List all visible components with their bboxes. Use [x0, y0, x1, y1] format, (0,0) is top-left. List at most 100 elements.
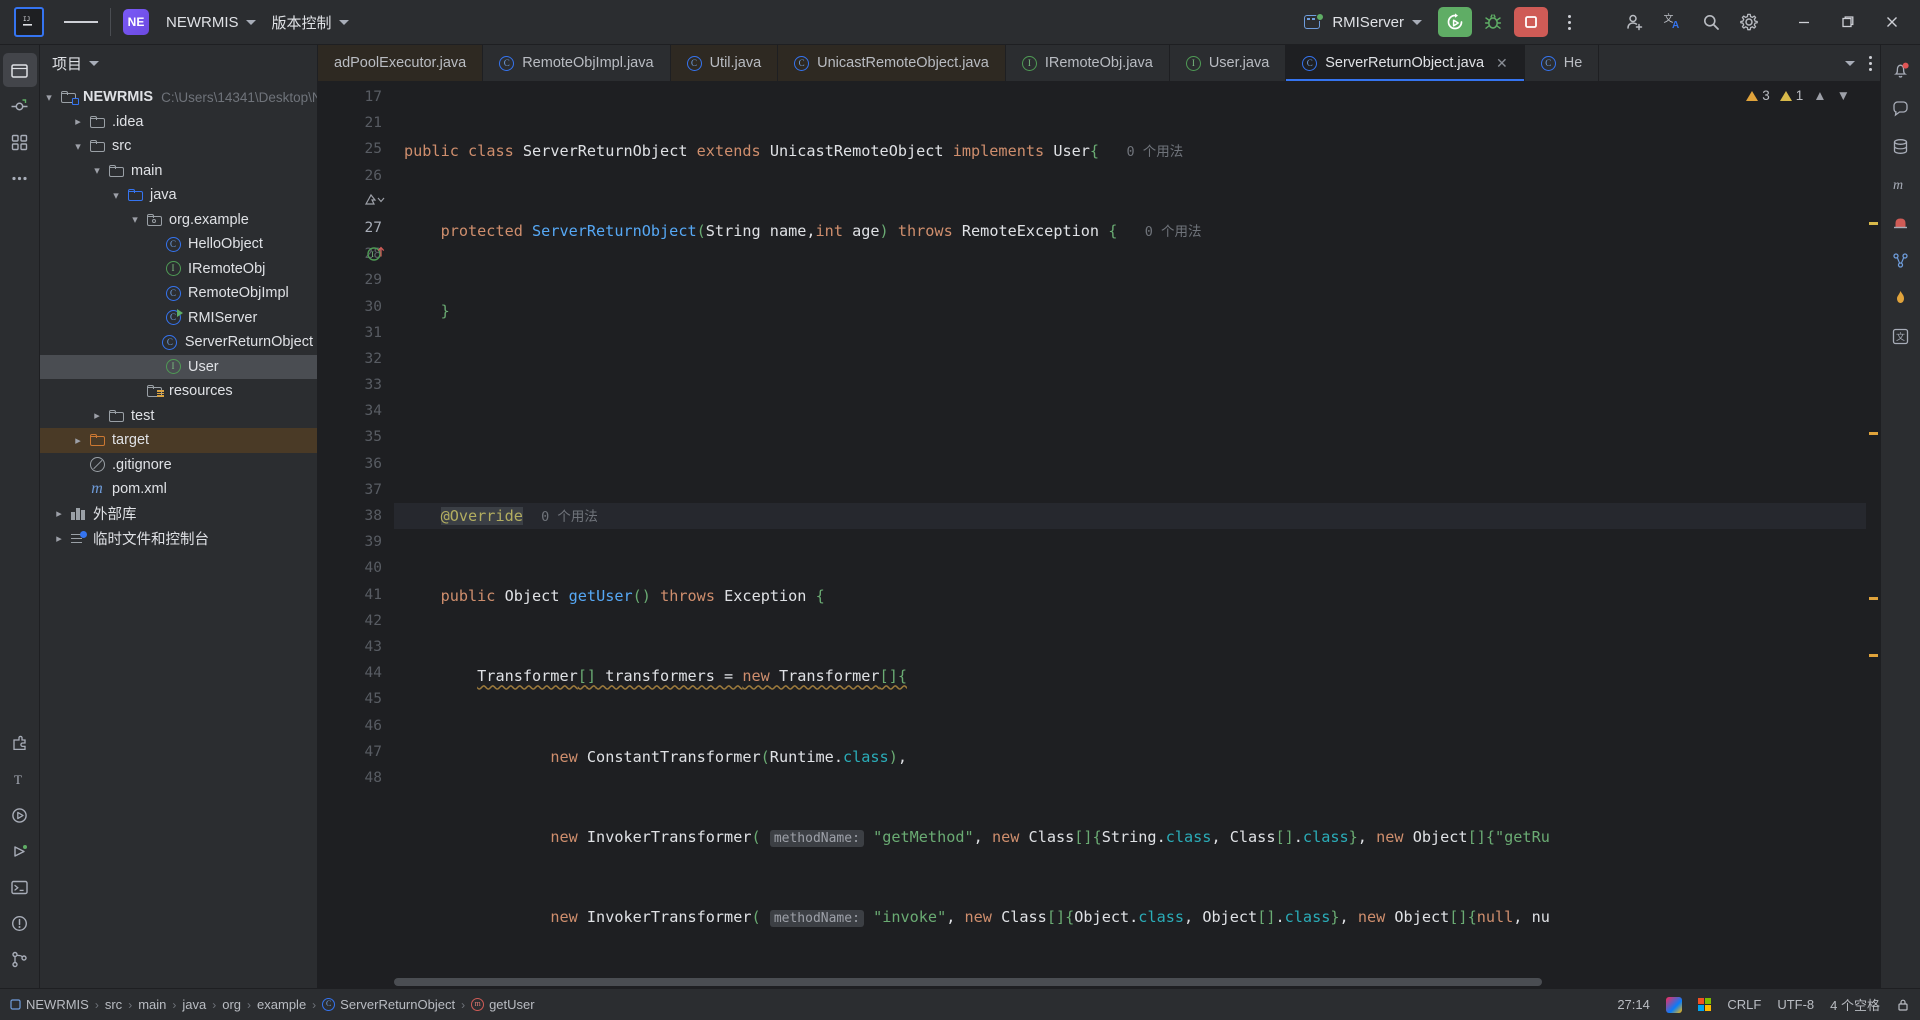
tree-node-remoteobjimpl[interactable]: C RemoteObjImpl: [40, 281, 317, 306]
tree-node-newrmis[interactable]: ▾ NEWRMIS C:\Users\14341\Desktop\NEW: [40, 85, 317, 110]
code-line[interactable]: [394, 423, 1880, 449]
run-configuration-selector[interactable]: RMIServer: [1296, 8, 1430, 36]
minimize-button[interactable]: [1782, 2, 1826, 42]
tree-node-临时文件和控制台[interactable]: ▸ 临时文件和控制台: [40, 526, 317, 551]
stripe-button-ai-assistant[interactable]: [1884, 91, 1918, 125]
tree-node-resources[interactable]: resources: [40, 379, 317, 404]
editor-tab[interactable]: C He: [1524, 45, 1600, 81]
code-line[interactable]: protected ServerReturnObject(String name…: [394, 218, 1880, 244]
gutter-line[interactable]: 30: [318, 294, 394, 320]
gutter-line[interactable]: [318, 189, 394, 215]
editor-code[interactable]: public class ServerReturnObject extends …: [394, 82, 1880, 988]
stripe-button-structure[interactable]: [3, 125, 37, 159]
fold-implements-icon[interactable]: [364, 193, 388, 207]
horizontal-scrollbar[interactable]: [394, 978, 1866, 988]
gutter-line[interactable]: 31: [318, 320, 394, 346]
editor-gutter[interactable]: 17 21 25 26 27 28 I 29 30 31 32 33 34 35 36 37 38 39 40 41 4…: [318, 82, 394, 988]
chevron-down-icon[interactable]: ▾: [40, 91, 58, 104]
breadcrumb-item[interactable]: C ServerReturnObject: [322, 997, 455, 1012]
project-tree[interactable]: ▾ NEWRMIS C:\Users\14341\Desktop\NEW ▸ .idea…: [40, 81, 317, 988]
more-actions-button[interactable]: [1552, 7, 1586, 37]
tree-node-iremoteobj[interactable]: I IRemoteObj: [40, 257, 317, 282]
gutter-line[interactable]: 39: [318, 529, 394, 555]
prev-problem-button[interactable]: ▲: [1813, 88, 1826, 103]
chevron-down-icon[interactable]: ▾: [69, 140, 87, 153]
debug-button[interactable]: [1476, 7, 1510, 37]
tree-node-gitignore[interactable]: .gitignore: [40, 453, 317, 478]
gutter-line[interactable]: 48: [318, 765, 394, 791]
code-line[interactable]: new InvokerTransformer( methodName: "get…: [394, 824, 1880, 850]
chevron-down-icon[interactable]: ▾: [107, 189, 125, 202]
close-button[interactable]: [1870, 2, 1914, 42]
gutter-line[interactable]: 32: [318, 346, 394, 372]
inspection-widget[interactable]: 3 1 ▲ ▼: [1746, 88, 1850, 103]
settings-button[interactable]: [1732, 7, 1766, 37]
editor-tab[interactable]: C Util.java: [670, 45, 779, 81]
tree-node-serverreturnobject[interactable]: C ServerReturnObject: [40, 330, 317, 355]
project-panel-header[interactable]: 项目: [40, 45, 317, 81]
code-line[interactable]: [394, 361, 1880, 387]
gutter-line[interactable]: 27: [318, 215, 394, 241]
editor-tabs-bar[interactable]: adPoolExecutor.java C RemoteObjImpl.java C U…: [318, 45, 1880, 82]
stripe-button-project[interactable]: [2, 53, 37, 87]
breadcrumb-item[interactable]: java: [182, 997, 206, 1012]
tree-node-target[interactable]: ▸ target: [40, 428, 317, 453]
breadcrumb-item[interactable]: m getUser: [471, 997, 535, 1012]
maximize-button[interactable]: [1826, 2, 1870, 42]
tabs-more-icon[interactable]: [1869, 55, 1872, 71]
implementing-method-icon[interactable]: I: [366, 244, 388, 262]
stop-button[interactable]: [1514, 7, 1548, 37]
tree-node-idea[interactable]: ▸ .idea: [40, 110, 317, 135]
stripe-button-devices[interactable]: [1884, 243, 1918, 277]
breadcrumb-item[interactable]: example: [257, 997, 306, 1012]
code-line[interactable]: public Object getUser() throws Exception…: [394, 583, 1880, 609]
chevron-right-icon[interactable]: ▸: [50, 532, 68, 545]
breadcrumb-item[interactable]: src: [105, 997, 122, 1012]
stripe-button-maven[interactable]: m: [1884, 167, 1918, 201]
chevron-down-icon[interactable]: ▾: [88, 164, 106, 177]
tree-node-src[interactable]: ▾ src: [40, 134, 317, 159]
code-line[interactable]: public class ServerReturnObject extends …: [394, 138, 1880, 164]
tree-node-外部库[interactable]: ▸ 外部库: [40, 502, 317, 527]
stripe-button-translation[interactable]: 文: [1884, 319, 1918, 353]
stripe-marker[interactable]: [1869, 654, 1878, 657]
stripe-button-hot-reload[interactable]: [1884, 281, 1918, 315]
lock-icon[interactable]: [1896, 998, 1910, 1012]
gutter-line[interactable]: 44: [318, 660, 394, 686]
editor-tab[interactable]: C RemoteObjImpl.java: [483, 45, 671, 81]
code-line[interactable]: new InvokerTransformer( methodName: "inv…: [394, 904, 1880, 930]
run-button[interactable]: [1438, 7, 1472, 37]
gutter-line[interactable]: 40: [318, 555, 394, 581]
gutter-line[interactable]: 42: [318, 608, 394, 634]
chevron-right-icon[interactable]: ▸: [50, 507, 68, 520]
gutter-line[interactable]: 29: [318, 267, 394, 293]
gutter-line[interactable]: 47: [318, 739, 394, 765]
gutter-line[interactable]: 33: [318, 372, 394, 398]
stripe-button-structure-tool[interactable]: T: [3, 762, 37, 796]
weak-warning-count-badge[interactable]: 1: [1779, 88, 1803, 103]
gutter-line[interactable]: 35: [318, 424, 394, 450]
stripe-marker[interactable]: [1869, 597, 1878, 600]
scrollbar-thumb[interactable]: [394, 978, 1543, 986]
tab-list-chevron-icon[interactable]: [1845, 60, 1855, 66]
editor-area[interactable]: 17 21 25 26 27 28 I 29 30 31 32 33 34 35 36 37 38 39 40 41 4…: [318, 82, 1880, 988]
line-separator[interactable]: CRLF: [1727, 997, 1761, 1012]
gutter-line[interactable]: 28 I: [318, 241, 394, 267]
gutter-line[interactable]: 17: [318, 84, 394, 110]
translate-button[interactable]: 文 A: [1656, 7, 1690, 37]
breadcrumb-item[interactable]: NEWRMIS: [10, 997, 89, 1012]
tree-node-java[interactable]: ▾ java: [40, 183, 317, 208]
tree-node-helloobject[interactable]: C HelloObject: [40, 232, 317, 257]
code-line-current[interactable]: @Override 0 个用法: [394, 502, 1880, 530]
error-stripe[interactable]: [1866, 82, 1880, 988]
code-line[interactable]: Transformer[] transformers = new Transfo…: [394, 663, 1880, 689]
next-problem-button[interactable]: ▼: [1837, 88, 1850, 103]
breadcrumb-item[interactable]: org: [222, 997, 241, 1012]
stripe-button-notifications[interactable]: [1884, 53, 1918, 87]
tree-node-rmiserver[interactable]: C RMIServer: [40, 306, 317, 331]
code-line[interactable]: }: [394, 298, 1880, 324]
stripe-button-bookmarks[interactable]: [1884, 205, 1918, 239]
encoding[interactable]: UTF-8: [1777, 997, 1814, 1012]
editor-tab[interactable]: C UnicastRemoteObject.java: [778, 45, 1006, 81]
stripe-button-database[interactable]: [1884, 129, 1918, 163]
